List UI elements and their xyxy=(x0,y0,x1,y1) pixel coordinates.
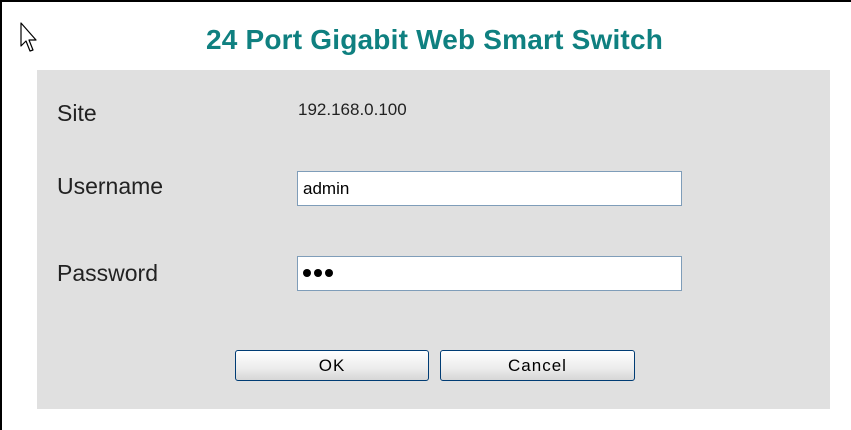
site-value: 192.168.0.100 xyxy=(298,100,407,119)
page-title: 24 Port Gigabit Web Smart Switch xyxy=(205,24,664,55)
login-panel: Site 192.168.0.100 Username admin Passwo… xyxy=(37,70,830,409)
password-mask xyxy=(303,269,333,277)
ok-button[interactable]: OK xyxy=(235,350,429,381)
password-dot xyxy=(325,269,333,277)
cancel-button[interactable]: Cancel xyxy=(440,350,635,381)
username-input[interactable]: admin xyxy=(297,171,682,206)
login-window: 24 Port Gigabit Web Smart Switch Site 19… xyxy=(0,0,851,430)
password-label: Password xyxy=(57,260,158,286)
password-dot xyxy=(314,269,322,277)
site-label: Site xyxy=(57,100,97,126)
username-label: Username xyxy=(57,173,164,199)
password-input[interactable] xyxy=(297,256,682,291)
password-dot xyxy=(303,269,311,277)
